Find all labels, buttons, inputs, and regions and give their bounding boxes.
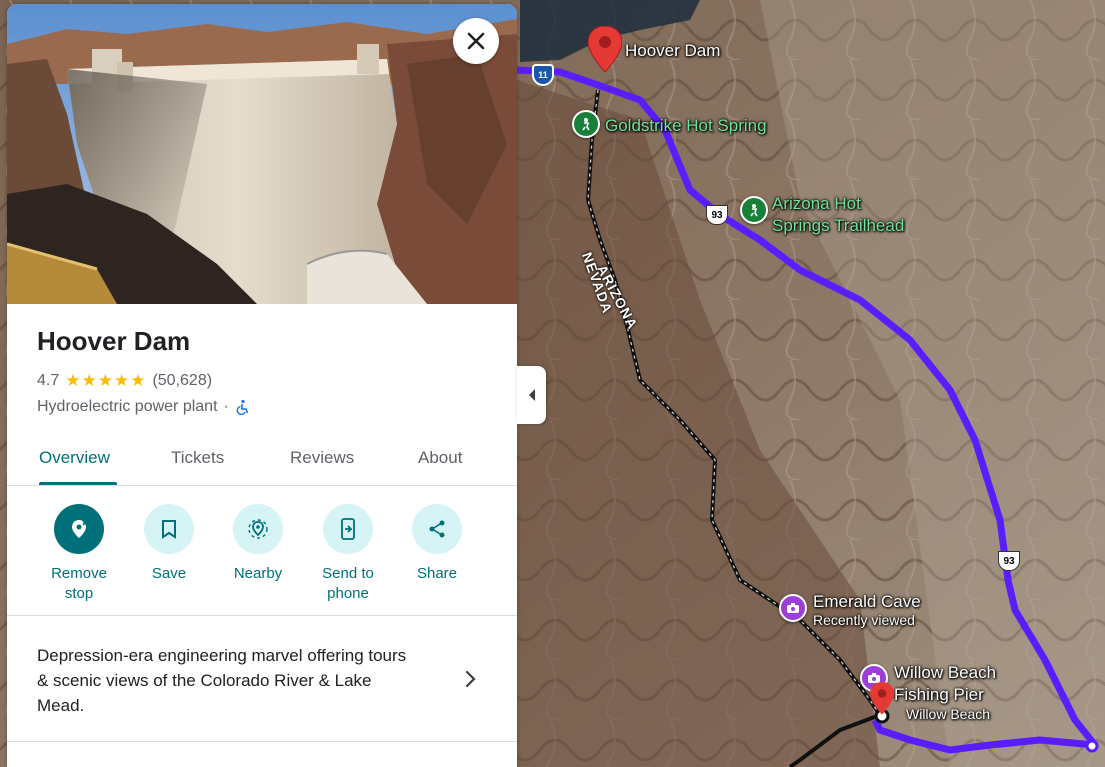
send-to-phone-button[interactable]: Send to phone: [303, 504, 393, 604]
place-category[interactable]: Hydroelectric power plant: [37, 398, 218, 416]
place-details-panel: Hoover Dam 4.7 ★★★★★ (50,628) Hydroelect…: [7, 4, 517, 767]
hoover-dam-pin-icon[interactable]: [588, 26, 622, 74]
us-93-shield-icon: 93: [706, 205, 728, 225]
collapse-arrow-icon: [528, 389, 535, 401]
share-label: Share: [416, 565, 458, 582]
rating-stars: ★★★★★: [65, 371, 147, 390]
remove-stop-icon: [54, 504, 104, 554]
map-label-willow-beach[interactable]: Willow Beach: [906, 707, 990, 721]
us-93-shield-icon: 93: [998, 551, 1020, 571]
close-button[interactable]: [453, 18, 499, 64]
nearby-icon: [233, 504, 283, 554]
map-label-hoover-dam[interactable]: Hoover Dam: [625, 42, 720, 59]
map-label-emerald-cave[interactable]: Emerald Cave Recently viewed: [813, 593, 921, 627]
tab-tickets[interactable]: Tickets: [171, 448, 224, 468]
save-label: Save: [151, 565, 187, 582]
map-label-willow-beach-pier[interactable]: Willow Beach Fishing Pier: [894, 662, 996, 706]
place-title: Hoover Dam: [37, 326, 191, 356]
bookmark-icon: [144, 504, 194, 554]
hiking-pin-icon[interactable]: [740, 196, 768, 224]
tab-overview[interactable]: Overview: [39, 448, 110, 468]
send-to-phone-icon: [323, 504, 373, 554]
place-description: Depression-era engineering marvel offeri…: [37, 646, 407, 715]
category-row: Hydroelectric power plant ·: [37, 398, 251, 416]
send-to-phone-label: Send to phone: [322, 565, 374, 602]
map-label-arizona-hot-springs[interactable]: Arizona Hot Springs Trailhead: [772, 193, 904, 237]
rating-row[interactable]: 4.7 ★★★★★ (50,628): [37, 371, 212, 391]
chevron-right-icon: [465, 670, 476, 688]
category-separator: ·: [223, 398, 229, 415]
tab-reviews[interactable]: Reviews: [290, 448, 354, 468]
map-label-goldstrike[interactable]: Goldstrike Hot Spring: [605, 117, 767, 134]
active-tab-indicator: [39, 482, 117, 485]
remove-stop-button[interactable]: Remove stop: [34, 504, 124, 604]
place-tabs: Overview Tickets Reviews About: [7, 434, 517, 486]
nearby-label: Nearby: [233, 565, 283, 582]
tab-about[interactable]: About: [418, 448, 462, 468]
remove-stop-label: Remove stop: [51, 565, 107, 602]
description-row[interactable]: Depression-era engineering marvel offeri…: [7, 616, 517, 742]
action-buttons: Remove stop Save Nearby Send to phone Sh…: [7, 504, 517, 616]
willow-beach-pin-icon[interactable]: [870, 682, 894, 716]
save-button[interactable]: Save: [124, 504, 214, 584]
camera-pin-icon[interactable]: [779, 594, 807, 622]
share-icon: [412, 504, 462, 554]
close-icon: [467, 32, 485, 50]
collapse-panel-button[interactable]: [517, 366, 546, 424]
hiking-pin-icon[interactable]: [572, 110, 600, 138]
share-button[interactable]: Share: [392, 504, 482, 584]
nearby-button[interactable]: Nearby: [213, 504, 303, 584]
place-photo[interactable]: [7, 4, 517, 304]
wheelchair-accessible-icon[interactable]: [235, 399, 251, 415]
review-count[interactable]: (50,628): [152, 372, 212, 390]
rating-value: 4.7: [37, 372, 60, 389]
interstate-shield-icon: 11: [532, 64, 554, 86]
hoover-dam-photo: [7, 4, 517, 304]
